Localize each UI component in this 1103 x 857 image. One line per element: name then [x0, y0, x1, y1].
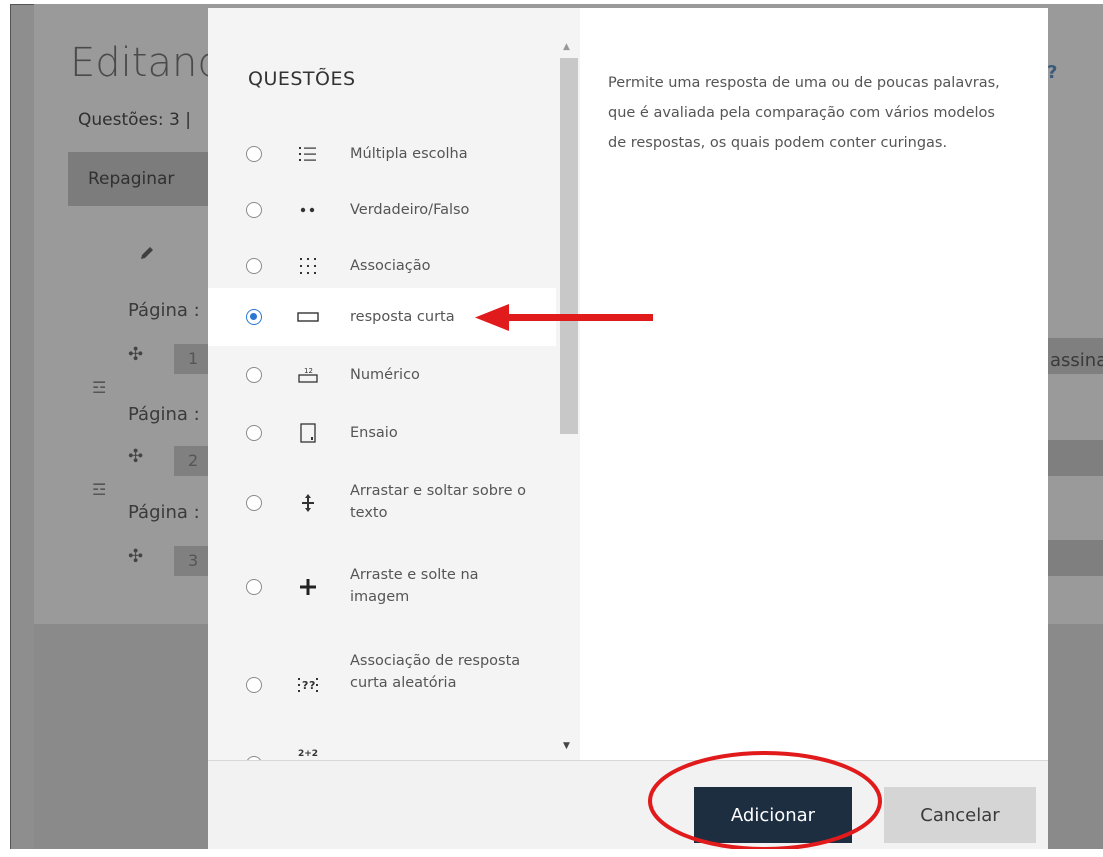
annotation-arrow-icon: [475, 304, 653, 331]
option-label: Associação: [350, 258, 431, 274]
option-label: Arraste e solte na imagem: [350, 567, 479, 605]
list-icon: [296, 142, 320, 166]
question-type-chooser-modal: QUESTÕES Múltipla escolha Verdadeiro/Fal…: [208, 8, 1048, 854]
random-match-icon: ??: [296, 673, 320, 697]
page-label: Página :: [128, 404, 200, 425]
page-label: Página :: [128, 502, 200, 523]
option-partial[interactable]: 2+2: [208, 744, 556, 760]
scroll-down-icon[interactable]: ▼: [563, 741, 570, 751]
description-pane: Permite uma resposta de uma ou de poucas…: [582, 8, 1048, 760]
screenshot-frame: Editand Questões: 3 | Repaginar ? Página…: [0, 0, 1103, 857]
bottom-margin: [0, 849, 1103, 857]
help-icon[interactable]: ?: [1047, 62, 1061, 83]
questions-count: Questões: 3 |: [78, 110, 191, 130]
radio-button[interactable]: [246, 495, 262, 511]
page-label: Página :: [128, 300, 200, 321]
option-label: Associação de resposta curta aleatória: [350, 653, 521, 691]
option-multiple-choice[interactable]: Múltipla escolha: [208, 126, 556, 182]
modal-footer: Adicionar Cancelar: [208, 760, 1048, 854]
split-page-icon[interactable]: ☲: [92, 480, 106, 499]
two-dots-icon: [296, 198, 320, 222]
option-random-short-answer-matching[interactable]: ?? Associação de resposta curta aleatóri…: [208, 630, 556, 740]
list-heading: QUESTÕES: [248, 68, 356, 90]
move-icon[interactable]: ✣: [128, 344, 143, 365]
option-label: Arrastar e soltar sobre o texto: [350, 483, 526, 521]
radio-button[interactable]: [246, 579, 262, 595]
question-type-description: Permite uma resposta de uma ou de poucas…: [608, 75, 1000, 151]
move-icon[interactable]: ✣: [128, 546, 143, 567]
radio-button[interactable]: [246, 258, 262, 274]
radio-button[interactable]: [246, 425, 262, 441]
option-label: Ensaio: [350, 425, 398, 441]
option-drag-drop-image[interactable]: Arraste e solte na imagem: [208, 544, 556, 630]
option-label: Múltipla escolha: [350, 146, 468, 162]
radio-button[interactable]: [246, 146, 262, 162]
repaginate-button[interactable]: Repaginar: [68, 152, 210, 206]
radio-button[interactable]: [246, 202, 262, 218]
radio-button[interactable]: [246, 677, 262, 693]
matching-grid-icon: [296, 254, 320, 278]
drag-image-icon: [296, 575, 320, 599]
radio-button[interactable]: [246, 367, 262, 383]
short-answer-box-icon: [296, 305, 320, 329]
option-label: Verdadeiro/Falso: [350, 202, 470, 218]
option-essay[interactable]: Ensaio: [208, 404, 556, 462]
svg-text:12: 12: [304, 367, 313, 375]
option-label: Numérico: [350, 367, 420, 383]
drag-text-icon: [296, 491, 320, 515]
option-true-false[interactable]: Verdadeiro/Falso: [208, 182, 556, 238]
question-type-list: QUESTÕES Múltipla escolha Verdadeiro/Fal…: [208, 8, 580, 760]
annotation-circle-icon: [648, 751, 882, 851]
pencil-icon[interactable]: [138, 244, 156, 262]
page-title: Editand: [70, 40, 223, 86]
option-drag-drop-text[interactable]: Arrastar e soltar sobre o texto: [208, 462, 556, 544]
option-matching[interactable]: Associação: [208, 238, 556, 294]
scrollbar-thumb[interactable]: [560, 58, 578, 434]
svg-text:?: ?: [302, 679, 308, 692]
calculated-icon: 2+2: [297, 749, 319, 759]
radio-button-checked[interactable]: [246, 309, 262, 325]
svg-text:?: ?: [309, 679, 315, 692]
background-row-text: assina: [1050, 350, 1103, 371]
cancel-button[interactable]: Cancelar: [884, 787, 1036, 843]
move-icon[interactable]: ✣: [128, 446, 143, 467]
essay-icon: [296, 421, 320, 445]
background-row: [1047, 440, 1103, 476]
background-row: [1047, 540, 1103, 576]
scroll-up-icon[interactable]: ▲: [563, 42, 570, 52]
split-page-icon[interactable]: ☲: [92, 378, 106, 397]
option-numerical[interactable]: 12 Numérico: [208, 346, 556, 404]
numerical-icon: 12: [296, 363, 320, 387]
